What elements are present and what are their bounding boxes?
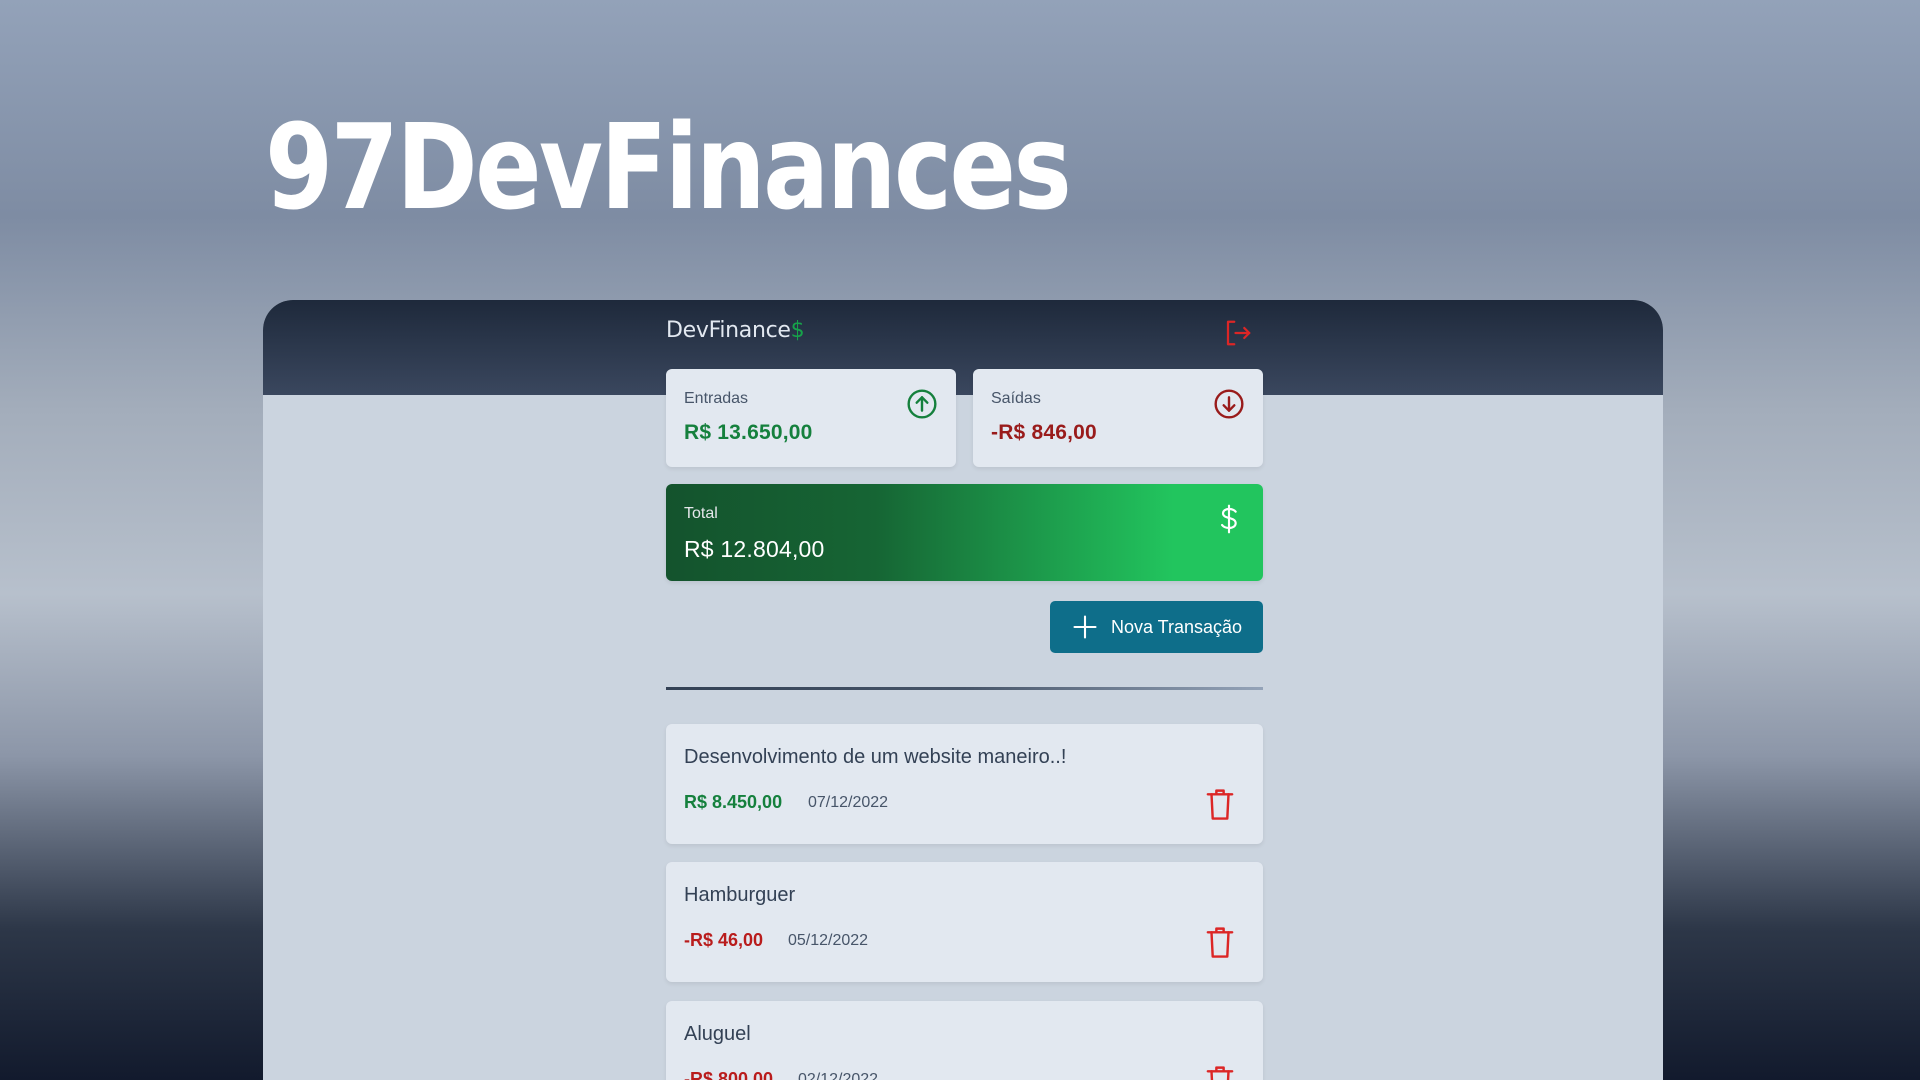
total-card: Total R$ 12.804,00 — [666, 484, 1263, 581]
transaction-date: 07/12/2022 — [808, 794, 889, 811]
arrow-down-circle-icon — [1214, 389, 1244, 419]
plus-icon — [1073, 615, 1097, 639]
logo-text: DevFinance — [666, 318, 791, 343]
transaction-date: 02/12/2022 — [798, 1071, 879, 1080]
transaction-amount: -R$ 46,00 — [684, 930, 764, 950]
income-card: Entradas R$ 13.650,00 — [666, 369, 956, 467]
transaction-date: 05/12/2022 — [788, 932, 869, 949]
divider — [666, 687, 1263, 690]
total-label: Total — [684, 505, 718, 522]
new-transaction-label: Nova Transação — [1110, 616, 1243, 637]
app-logo: DevFinance$ — [666, 318, 805, 343]
income-value: R$ 13.650,00 — [684, 421, 813, 444]
logout-icon — [1226, 320, 1251, 346]
expense-value: -R$ 846,00 — [991, 421, 1097, 444]
transaction-description: Hamburguer — [684, 884, 796, 906]
transaction-card: Hamburguer -R$ 46,00 05/12/2022 — [666, 862, 1263, 982]
transaction-description: Aluguel — [684, 1023, 751, 1045]
arrow-up-circle-icon — [907, 389, 937, 419]
transaction-description: Desenvolvimento de um website maneiro..! — [684, 746, 1067, 768]
total-value: R$ 12.804,00 — [684, 536, 825, 562]
app-window: DevFinance$ Entradas R$ 13.650,00 Saídas… — [263, 300, 1663, 1080]
app-container: DevFinance$ Entradas R$ 13.650,00 Saídas… — [666, 300, 1263, 1080]
trash-icon[interactable] — [1205, 925, 1235, 959]
new-transaction-button[interactable]: Nova Transação — [1050, 601, 1263, 653]
hero-title: 97DevFinances — [265, 98, 1072, 236]
logo-dollar: $ — [790, 318, 805, 343]
transaction-card: Desenvolvimento de um website maneiro..!… — [666, 724, 1263, 844]
trash-icon[interactable] — [1205, 787, 1235, 821]
income-label: Entradas — [684, 390, 749, 407]
expense-card: Saídas -R$ 846,00 — [973, 369, 1263, 467]
logout-button[interactable] — [1221, 316, 1255, 350]
transaction-card: Aluguel -R$ 800,00 02/12/2022 — [666, 1001, 1263, 1080]
dollar-icon — [1221, 504, 1237, 534]
transaction-amount: R$ 8.450,00 — [684, 792, 783, 812]
trash-icon[interactable] — [1205, 1064, 1235, 1080]
transaction-amount: -R$ 800,00 — [684, 1069, 774, 1080]
expense-label: Saídas — [991, 390, 1041, 407]
